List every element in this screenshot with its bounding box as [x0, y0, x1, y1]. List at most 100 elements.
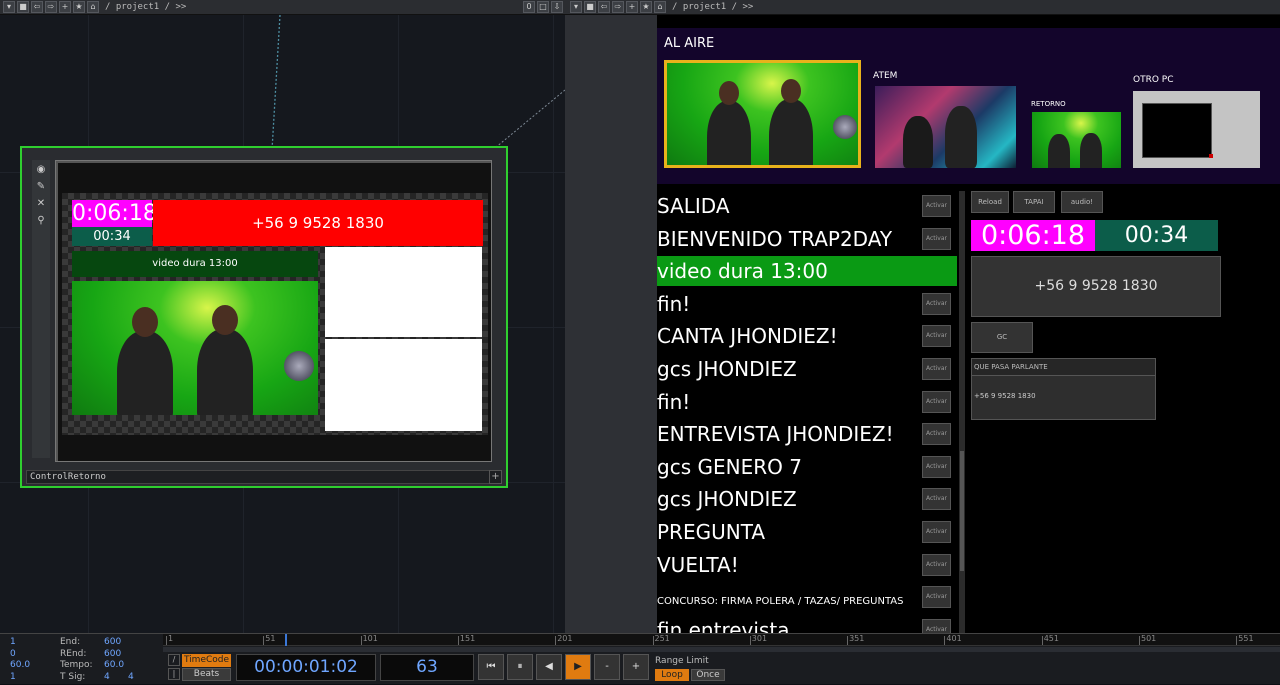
- bookmark-icon[interactable]: ⌂: [654, 1, 666, 13]
- parlante-field-value[interactable]: +56 9 9528 1830: [972, 376, 1155, 400]
- beats-mode-icon[interactable]: |: [168, 668, 180, 680]
- cue-item[interactable]: gcs JHONDIEZ: [657, 484, 957, 514]
- network-path[interactable]: / project1 / >>: [105, 2, 186, 12]
- dropdown-icon[interactable]: ▾: [570, 1, 582, 13]
- forward-icon[interactable]: ⇨: [45, 1, 57, 13]
- add-icon[interactable]: +: [626, 1, 638, 13]
- timeline-ruler[interactable]: 1 51 101 151 201 251 301 351 401 451 501 551: [163, 634, 1280, 646]
- tapai-button[interactable]: TAPAI: [1013, 191, 1055, 213]
- cue-item[interactable]: fin entrevista: [657, 615, 957, 633]
- activar-button[interactable]: Activar: [922, 553, 951, 576]
- star-icon[interactable]: ★: [73, 1, 85, 13]
- panel-path[interactable]: / project1 / >>: [672, 2, 753, 12]
- activar-button[interactable]: Activar: [922, 521, 951, 543]
- activar-button[interactable]: Activar: [922, 423, 951, 446]
- beats-mode-button[interactable]: Beats: [182, 668, 231, 681]
- page-icon[interactable]: □: [537, 1, 549, 13]
- cue-item[interactable]: fin!: [657, 387, 957, 417]
- pen-icon[interactable]: ✎: [34, 180, 48, 194]
- lock-icon[interactable]: ⚲: [34, 214, 48, 228]
- viewer-icon[interactable]: ◉: [34, 163, 48, 177]
- reload-button[interactable]: Reload: [971, 191, 1009, 213]
- add-icon[interactable]: +: [59, 1, 71, 13]
- step-forward-button[interactable]: +: [623, 654, 649, 680]
- back-icon[interactable]: ⇦: [31, 1, 43, 13]
- control-retorno-node[interactable]: ◉ ✎ ✕ ⚲ 0:06:18 +56 9 9528 1830 00:34 vi…: [20, 146, 508, 488]
- info-value[interactable]: 4: [104, 672, 110, 682]
- rewind-to-start-button[interactable]: ⏮: [478, 654, 504, 680]
- cue-label: fin!: [657, 291, 691, 316]
- star-icon[interactable]: ★: [640, 1, 652, 13]
- cue-item[interactable]: CONCURSO: FIRMA POLERA / TAZAS/ PREGUNTA…: [657, 582, 957, 612]
- cue-item[interactable]: ENTREVISTA JHONDIEZ!: [657, 419, 957, 449]
- activar-button[interactable]: Activar: [922, 586, 951, 609]
- ruler-tick-label: 501: [1141, 634, 1157, 643]
- pane-divider[interactable]: [565, 15, 657, 633]
- frame-display[interactable]: 63: [380, 654, 474, 681]
- cue-label: gcs JHONDIEZ: [657, 487, 797, 512]
- add-icon[interactable]: +: [489, 470, 502, 484]
- on-air-preview[interactable]: [664, 60, 861, 168]
- cue-item[interactable]: gcs GENERO 7: [657, 452, 957, 482]
- activar-button[interactable]: Activar: [922, 358, 951, 380]
- cue-item[interactable]: BIENVENIDO TRAP2DAY: [657, 224, 957, 254]
- pause-button[interactable]: ⏸: [507, 654, 533, 680]
- stop-icon[interactable]: ■: [584, 1, 596, 13]
- info-value[interactable]: 600: [104, 649, 121, 659]
- cue-item[interactable]: PREGUNTA: [657, 517, 957, 547]
- cue-item[interactable]: gcs JHONDIEZ: [657, 354, 957, 384]
- cue-list[interactable]: SALIDA Activar BIENVENIDO TRAP2DAY Activar v…: [657, 191, 957, 633]
- activar-button[interactable]: Activar: [922, 488, 951, 511]
- otro-pc-preview[interactable]: [1133, 91, 1260, 168]
- cue-list-scrollbar[interactable]: [959, 191, 965, 633]
- parlante-field[interactable]: QUE PASA PARLANTE +56 9 9528 1830: [971, 358, 1156, 420]
- close-icon[interactable]: ✕: [34, 197, 48, 211]
- info-left-value: 1: [10, 671, 16, 682]
- node-viewer[interactable]: 0:06:18 +56 9 9528 1830 00:34 video dura…: [55, 160, 492, 462]
- activar-button[interactable]: Activar: [922, 455, 951, 478]
- cue-item[interactable]: video dura 13:00: [657, 256, 957, 287]
- cue-item[interactable]: SALIDA: [657, 191, 957, 221]
- dropdown-icon[interactable]: ▾: [3, 1, 15, 13]
- forward-icon[interactable]: ⇨: [612, 1, 624, 13]
- tsig-denominator[interactable]: 4: [128, 672, 134, 682]
- retorno-preview[interactable]: [1032, 112, 1121, 168]
- node-side-toolbar: ◉ ✎ ✕ ⚲: [32, 160, 50, 458]
- loop-button[interactable]: Loop: [655, 669, 689, 681]
- cue-label: ENTREVISTA JHONDIEZ!: [657, 422, 894, 447]
- activar-button[interactable]: Activar: [922, 390, 951, 413]
- ruler-tick: [1139, 636, 1140, 645]
- play-button[interactable]: ▶: [565, 654, 591, 680]
- download-icon[interactable]: ⇩: [551, 1, 563, 13]
- bookmark-icon[interactable]: ⌂: [87, 1, 99, 13]
- playhead[interactable]: [285, 634, 287, 646]
- info-value[interactable]: 60.0: [104, 660, 124, 670]
- timecode-display[interactable]: 00:00:01:02: [236, 654, 376, 681]
- step-back-button[interactable]: -: [594, 654, 620, 680]
- cue-item[interactable]: CANTA JHONDIEZ!: [657, 321, 957, 351]
- timecode-mode-icon[interactable]: /: [168, 654, 180, 666]
- cue-item[interactable]: fin!: [657, 289, 957, 319]
- timecode-mode-button[interactable]: TimeCode: [182, 654, 231, 667]
- atem-preview[interactable]: [875, 86, 1016, 168]
- once-button[interactable]: Once: [691, 669, 725, 681]
- activar-button[interactable]: Activar: [922, 195, 951, 217]
- activar-button[interactable]: Activar: [922, 618, 951, 633]
- node-label[interactable]: ControlRetorno: [26, 470, 502, 484]
- cue-item[interactable]: VUELTA!: [657, 550, 957, 580]
- audio-button[interactable]: audio!: [1061, 191, 1103, 213]
- cue-label: video dura 13:00: [657, 259, 828, 284]
- activar-button[interactable]: Activar: [922, 292, 951, 315]
- ruler-tick: [360, 636, 362, 645]
- info-value[interactable]: 600: [104, 637, 121, 647]
- cue-label: VUELTA!: [657, 552, 739, 577]
- activar-button[interactable]: Activar: [922, 325, 951, 348]
- gc-button[interactable]: GC: [971, 322, 1033, 353]
- activar-button[interactable]: Activar: [922, 227, 951, 250]
- play-reverse-button[interactable]: ◀: [536, 654, 562, 680]
- back-icon[interactable]: ⇦: [598, 1, 610, 13]
- network-editor[interactable]: ◉ ✎ ✕ ⚲ 0:06:18 +56 9 9528 1830 00:34 vi…: [0, 15, 565, 633]
- stop-icon[interactable]: ■: [17, 1, 29, 13]
- control-panel: AL AIRE ATEM RETORNO OTRO PC SALIDA Activ…: [657, 15, 1280, 633]
- timeline-info: 1 End: 600 0 REnd: 600 60.0 Tempo: 60.0 1 T Sig: 4 4: [0, 634, 163, 685]
